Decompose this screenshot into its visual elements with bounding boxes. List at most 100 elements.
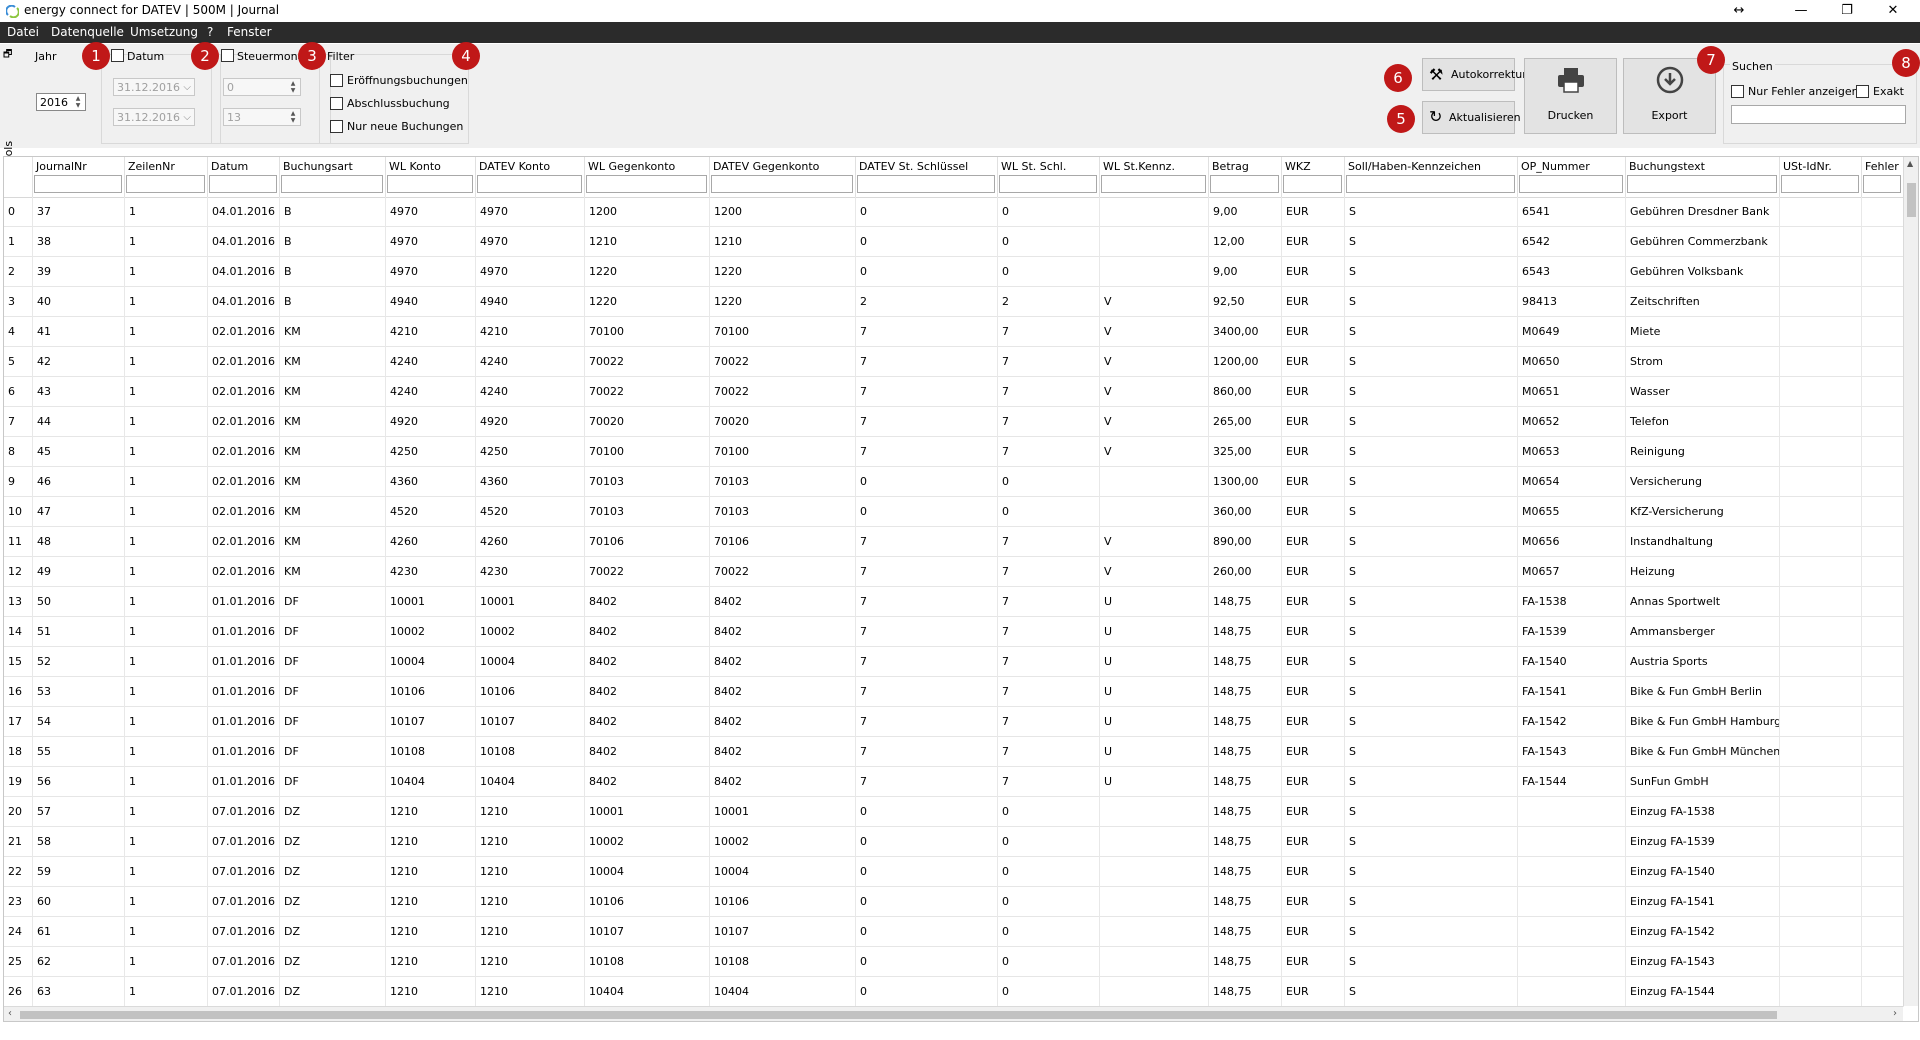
cell-wl-konto[interactable]: 1210 bbox=[386, 947, 476, 977]
cell-datev-gegenkonto[interactable]: 8402 bbox=[710, 617, 856, 647]
cell-op-nummer[interactable]: M0653 bbox=[1518, 437, 1626, 467]
cell-row-index[interactable]: 8 bbox=[4, 437, 33, 467]
column-header-datev-konto[interactable]: DATEV Konto bbox=[476, 157, 585, 197]
table-row[interactable]: 2 39 1 04.01.2016 B 4970 4970 1220 1220 0 0 9,00 EUR… bbox=[4, 257, 1904, 287]
table-row[interactable]: 20 57 1 07.01.2016 DZ 1210 1210 10001 10001 0 0 148… bbox=[4, 797, 1904, 827]
cell-buchungsart[interactable]: DZ bbox=[280, 887, 386, 917]
cell-buchungstext[interactable]: Bike & Fun GmbH Berlin bbox=[1626, 677, 1780, 707]
cell-soll-haben[interactable]: S bbox=[1345, 497, 1518, 527]
filter-eroeffnung-checkbox[interactable] bbox=[330, 74, 343, 87]
cell-datev-gegenkonto[interactable]: 8402 bbox=[710, 737, 856, 767]
cell-wl-st-schl[interactable]: 7 bbox=[998, 347, 1100, 377]
column-filter-input[interactable] bbox=[1101, 175, 1206, 193]
table-row[interactable]: 24 61 1 07.01.2016 DZ 1210 1210 10107 10107 0 0 148… bbox=[4, 917, 1904, 947]
table-row[interactable]: 22 59 1 07.01.2016 DZ 1210 1210 10004 10004 0 0 148… bbox=[4, 857, 1904, 887]
cell-buchungsart[interactable]: DF bbox=[280, 737, 386, 767]
cell-zeilennr[interactable]: 1 bbox=[125, 797, 208, 827]
cell-ust-idnr[interactable] bbox=[1780, 737, 1862, 767]
cell-fehler[interactable] bbox=[1862, 737, 1904, 767]
cell-wl-konto[interactable]: 10106 bbox=[386, 677, 476, 707]
cell-op-nummer[interactable]: FA-1541 bbox=[1518, 677, 1626, 707]
cell-journalnr[interactable]: 43 bbox=[33, 377, 125, 407]
cell-wl-konto[interactable]: 1210 bbox=[386, 827, 476, 857]
cell-datev-konto[interactable]: 4360 bbox=[476, 467, 585, 497]
cell-datum[interactable]: 07.01.2016 bbox=[208, 887, 280, 917]
steuermonat-checkbox[interactable] bbox=[221, 49, 234, 62]
cell-fehler[interactable] bbox=[1862, 257, 1904, 287]
cell-wkz[interactable]: EUR bbox=[1282, 617, 1345, 647]
cell-ust-idnr[interactable] bbox=[1780, 467, 1862, 497]
cell-datev-gegenkonto[interactable]: 70100 bbox=[710, 437, 856, 467]
cell-wl-st-schl[interactable]: 7 bbox=[998, 407, 1100, 437]
cell-op-nummer[interactable]: 98413 bbox=[1518, 287, 1626, 317]
cell-fehler[interactable] bbox=[1862, 707, 1904, 737]
table-row[interactable]: 11 48 1 02.01.2016 KM 4260 4260 70106 70106 7 7 V 89… bbox=[4, 527, 1904, 557]
cell-wl-st-schl[interactable]: 0 bbox=[998, 977, 1100, 1007]
cell-datev-gegenkonto[interactable]: 10108 bbox=[710, 947, 856, 977]
cell-datev-st-schluessel[interactable]: 0 bbox=[856, 197, 998, 227]
cell-datum[interactable]: 02.01.2016 bbox=[208, 407, 280, 437]
cell-wkz[interactable]: EUR bbox=[1282, 767, 1345, 797]
datum-from-picker[interactable]: 31.12.2016 ⌵ bbox=[113, 78, 195, 96]
cell-journalnr[interactable]: 61 bbox=[33, 917, 125, 947]
cell-datev-st-schluessel[interactable]: 7 bbox=[856, 377, 998, 407]
search-input[interactable] bbox=[1731, 105, 1906, 124]
cell-datev-st-schluessel[interactable]: 7 bbox=[856, 587, 998, 617]
cell-wl-st-kennz[interactable] bbox=[1100, 827, 1209, 857]
cell-wl-st-schl[interactable]: 7 bbox=[998, 377, 1100, 407]
cell-ust-idnr[interactable] bbox=[1780, 797, 1862, 827]
cell-row-index[interactable]: 5 bbox=[4, 347, 33, 377]
cell-datev-st-schluessel[interactable]: 7 bbox=[856, 317, 998, 347]
cell-datum[interactable]: 02.01.2016 bbox=[208, 467, 280, 497]
cell-ust-idnr[interactable] bbox=[1780, 977, 1862, 1007]
cell-datev-konto[interactable]: 4260 bbox=[476, 527, 585, 557]
column-filter-input[interactable] bbox=[1627, 175, 1777, 193]
cell-buchungsart[interactable]: KM bbox=[280, 527, 386, 557]
cell-wl-konto[interactable]: 4360 bbox=[386, 467, 476, 497]
cell-datev-konto[interactable]: 1210 bbox=[476, 797, 585, 827]
restore-button[interactable]: ❐ bbox=[1824, 0, 1870, 22]
resize-icon[interactable]: ↔ bbox=[1716, 0, 1762, 22]
cell-row-index[interactable]: 3 bbox=[4, 287, 33, 317]
cell-wl-gegenkonto[interactable]: 70022 bbox=[585, 557, 710, 587]
cell-betrag[interactable]: 148,75 bbox=[1209, 587, 1282, 617]
cell-journalnr[interactable]: 60 bbox=[33, 887, 125, 917]
cell-datev-konto[interactable]: 10404 bbox=[476, 767, 585, 797]
cell-journalnr[interactable]: 55 bbox=[33, 737, 125, 767]
cell-wkz[interactable]: EUR bbox=[1282, 857, 1345, 887]
cell-op-nummer[interactable] bbox=[1518, 827, 1626, 857]
table-row[interactable]: 17 54 1 01.01.2016 DF 10107 10107 8402 8402 7 7 U 14… bbox=[4, 707, 1904, 737]
cell-datev-konto[interactable]: 10001 bbox=[476, 587, 585, 617]
cell-buchungstext[interactable]: Telefon bbox=[1626, 407, 1780, 437]
cell-betrag[interactable]: 148,75 bbox=[1209, 977, 1282, 1007]
cell-datev-konto[interactable]: 4240 bbox=[476, 377, 585, 407]
cell-datev-konto[interactable]: 4920 bbox=[476, 407, 585, 437]
cell-buchungsart[interactable]: KM bbox=[280, 497, 386, 527]
cell-zeilennr[interactable]: 1 bbox=[125, 467, 208, 497]
jahr-spinner[interactable]: 2016 ▲ ▼ bbox=[36, 93, 86, 111]
cell-buchungstext[interactable]: Gebühren Dresdner Bank bbox=[1626, 197, 1780, 227]
cell-journalnr[interactable]: 49 bbox=[33, 557, 125, 587]
cell-datev-gegenkonto[interactable]: 10404 bbox=[710, 977, 856, 1007]
cell-buchungsart[interactable]: KM bbox=[280, 437, 386, 467]
cell-soll-haben[interactable]: S bbox=[1345, 737, 1518, 767]
menu-umsetzung[interactable]: Umsetzung bbox=[130, 25, 198, 39]
cell-datev-gegenkonto[interactable]: 8402 bbox=[710, 587, 856, 617]
table-row[interactable]: 4 41 1 02.01.2016 KM 4210 4210 70100 70100 7 7 V 340… bbox=[4, 317, 1904, 347]
cell-datev-st-schluessel[interactable]: 0 bbox=[856, 947, 998, 977]
cell-journalnr[interactable]: 50 bbox=[33, 587, 125, 617]
cell-wl-st-schl[interactable]: 0 bbox=[998, 917, 1100, 947]
cell-datev-gegenkonto[interactable]: 1220 bbox=[710, 257, 856, 287]
cell-datev-gegenkonto[interactable]: 10107 bbox=[710, 917, 856, 947]
cell-wl-gegenkonto[interactable]: 10004 bbox=[585, 857, 710, 887]
cell-wl-gegenkonto[interactable]: 10002 bbox=[585, 827, 710, 857]
cell-betrag[interactable]: 9,00 bbox=[1209, 197, 1282, 227]
cell-datum[interactable]: 01.01.2016 bbox=[208, 767, 280, 797]
table-row[interactable]: 8 45 1 02.01.2016 KM 4250 4250 70100 70100 7 7 V 325… bbox=[4, 437, 1904, 467]
cell-soll-haben[interactable]: S bbox=[1345, 197, 1518, 227]
cell-soll-haben[interactable]: S bbox=[1345, 617, 1518, 647]
cell-wkz[interactable]: EUR bbox=[1282, 527, 1345, 557]
cell-buchungstext[interactable]: Einzug FA-1539 bbox=[1626, 827, 1780, 857]
cell-row-index[interactable]: 4 bbox=[4, 317, 33, 347]
cell-journalnr[interactable]: 63 bbox=[33, 977, 125, 1007]
